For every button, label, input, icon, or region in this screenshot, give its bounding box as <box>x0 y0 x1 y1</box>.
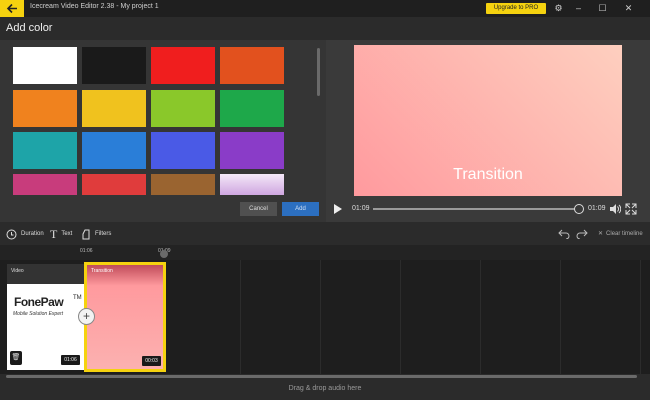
cancel-button[interactable]: Cancel <box>240 202 277 216</box>
back-button[interactable] <box>0 0 24 17</box>
clip-label: Transition <box>91 268 113 274</box>
fullscreen-icon[interactable] <box>625 203 637 215</box>
window-title: Icecream Video Editor 2.38 - My project … <box>30 3 159 10</box>
gear-icon[interactable]: ⚙ <box>552 2 565 15</box>
clear-timeline-button[interactable]: ✕ Clear timeline <box>598 230 643 238</box>
clip-thumbnail-tagline: Mobile Solution Expert <box>13 311 64 317</box>
duration-label: Duration <box>21 231 44 237</box>
color-swatch-purple[interactable] <box>220 132 284 169</box>
add-clip-button[interactable]: + <box>78 308 95 325</box>
editor-toolbar: Duration T Text Filters <box>0 222 650 245</box>
timeline-ruler[interactable] <box>0 245 650 260</box>
preview-text: Transition <box>453 166 523 183</box>
text-label: Text <box>61 231 73 237</box>
grid-line <box>640 260 641 374</box>
clip-header <box>7 264 86 284</box>
color-swatch-blue[interactable] <box>82 132 146 169</box>
text-button[interactable]: T Text <box>50 226 73 241</box>
grid-line <box>400 260 401 374</box>
current-time: 01:09 <box>352 205 370 212</box>
trash-icon[interactable]: 🗑 <box>10 351 22 365</box>
color-swatch-crimson[interactable] <box>82 174 146 195</box>
clip-duration: 00:03 <box>142 356 161 366</box>
audio-drop-label: Drag & drop audio here <box>288 385 362 392</box>
clip-thumbnail-tm: TM <box>73 295 82 301</box>
color-swatch-teal[interactable] <box>13 132 77 169</box>
color-swatch-magenta[interactable] <box>13 174 77 195</box>
transition-clip[interactable]: Transition 00:03 <box>84 262 166 372</box>
color-swatch-yellow[interactable] <box>82 90 146 127</box>
page-header: Add color <box>0 17 650 40</box>
preview-canvas: Transition <box>354 45 622 196</box>
seek-handle[interactable] <box>574 204 584 214</box>
clip-thumbnail-logo: FonePaw <box>14 295 64 309</box>
clear-timeline-label: Clear timeline <box>606 230 643 237</box>
grid-line <box>320 260 321 374</box>
arrow-left-icon <box>6 3 17 14</box>
upgrade-button[interactable]: Upgrade to PRO <box>486 3 546 14</box>
color-panel-scrollbar[interactable] <box>317 48 320 96</box>
color-swatch-white[interactable] <box>13 47 77 84</box>
close-icon[interactable]: ✕ <box>622 2 635 15</box>
timeline-scrollbar[interactable] <box>6 375 637 378</box>
clip-duration: 01:06 <box>61 355 80 365</box>
filters-label: Filters <box>95 231 112 237</box>
grid-line <box>240 260 241 374</box>
color-swatch-green[interactable] <box>220 90 284 127</box>
clip-label: Video <box>11 268 24 274</box>
color-swatch-brown[interactable] <box>151 174 215 195</box>
color-swatch-red-orange[interactable] <box>220 47 284 84</box>
grid-line <box>480 260 481 374</box>
color-swatch-lime[interactable] <box>151 90 215 127</box>
color-swatch-black[interactable] <box>82 47 146 84</box>
page-title: Add color <box>6 22 53 34</box>
playhead[interactable] <box>160 250 168 258</box>
title-bar: Icecream Video Editor 2.38 - My project … <box>0 0 650 17</box>
redo-icon[interactable] <box>576 227 588 239</box>
grid-line <box>560 260 561 374</box>
clock-icon <box>6 229 17 239</box>
play-icon[interactable] <box>333 203 343 215</box>
seek-bar[interactable] <box>373 208 579 210</box>
audio-drop-zone[interactable]: Drag & drop audio here <box>0 379 650 400</box>
color-swatch-red[interactable] <box>151 47 215 84</box>
maximize-icon[interactable]: ☐ <box>596 2 609 15</box>
close-icon: ✕ <box>598 231 604 237</box>
minimize-icon[interactable]: – <box>572 2 585 15</box>
ruler-mark: 01:06 <box>80 248 93 254</box>
color-swatch-orange[interactable] <box>13 90 77 127</box>
volume-icon[interactable] <box>609 203 621 215</box>
duration-button[interactable]: Duration <box>6 228 44 240</box>
video-clip[interactable]: Video FonePaw TM Mobile Solution Expert … <box>7 264 86 370</box>
filter-icon <box>82 229 90 239</box>
color-swatch-lavender[interactable] <box>220 174 284 195</box>
add-button[interactable]: Add <box>282 202 319 216</box>
undo-icon[interactable] <box>558 227 570 239</box>
color-swatch-indigo[interactable] <box>151 132 215 169</box>
text-icon: T <box>50 226 58 241</box>
total-time: 01:09 <box>588 205 606 212</box>
filters-button[interactable]: Filters <box>81 228 111 240</box>
